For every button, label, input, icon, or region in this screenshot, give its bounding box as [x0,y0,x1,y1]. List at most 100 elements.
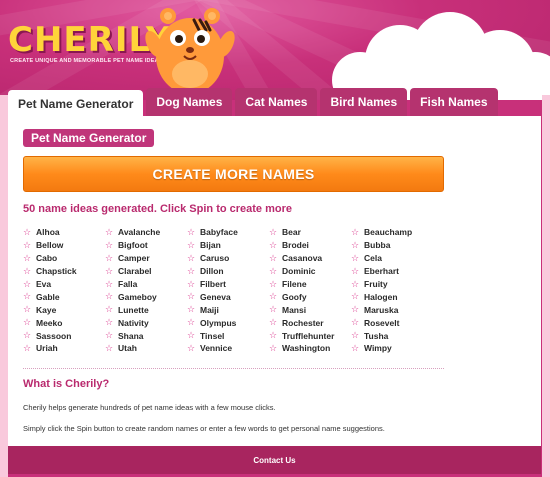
name-label: Sassoon [36,330,72,341]
name-label: Clarabel [118,266,152,277]
main-container: Pet Name Generator Dog Names Cat Names B… [8,88,541,477]
name-item: ☆ Avalanche [105,226,187,239]
name-label: Trufflehunter [282,330,335,341]
name-label: Chapstick [36,266,77,277]
star-icon: ☆ [105,239,114,250]
star-icon: ☆ [351,265,360,276]
name-label: Washington [282,343,331,354]
tab-dog-names[interactable]: Dog Names [146,88,233,116]
name-label: Caruso [200,253,230,264]
star-icon: ☆ [23,226,32,237]
star-icon: ☆ [187,239,196,250]
name-item: ☆ Vennice [187,342,269,355]
name-label: Beauchamp [364,227,413,238]
star-icon: ☆ [187,317,196,328]
name-label: Tinsel [200,330,225,341]
page-background-right [542,95,550,477]
star-icon: ☆ [105,291,114,302]
name-item: ☆ Trufflehunter [269,329,351,342]
name-label: Filene [282,279,307,289]
name-label: Camper [118,253,150,264]
star-icon: ☆ [187,226,196,237]
star-icon: ☆ [187,278,196,289]
name-item: ☆ Tinsel [187,329,269,342]
name-item: ☆ Bellow [23,239,105,252]
name-item: ☆ Maiji [187,303,269,316]
star-icon: ☆ [105,252,114,263]
name-item: ☆ Halogen [351,290,433,303]
name-label: Gable [36,291,60,302]
star-icon: ☆ [105,278,114,289]
name-label: Halogen [364,291,398,302]
mascot-illustration [145,8,235,94]
name-label: Bear [282,227,301,238]
name-item: ☆ Dillon [187,265,269,278]
cloud-decoration [332,12,550,100]
name-item: ☆ Washington [269,342,351,355]
contact-us-link[interactable]: Contact Us [8,446,541,474]
name-label: Falla [118,279,138,289]
star-icon: ☆ [187,265,196,276]
name-item: ☆ Cela [351,252,433,265]
tab-bar: Pet Name Generator Dog Names Cat Names B… [8,88,501,118]
star-icon: ☆ [269,304,278,315]
name-label: Uriah [36,343,58,354]
name-label: Nativity [118,317,149,328]
star-icon: ☆ [187,291,196,302]
name-item: ☆ Rosevelt [351,316,433,329]
name-item: ☆ Utah [105,342,187,355]
name-item: ☆ Lunette [105,303,187,316]
name-item: ☆ Goofy [269,290,351,303]
star-icon: ☆ [105,342,114,353]
tab-pet-name-generator[interactable]: Pet Name Generator [8,90,144,118]
name-label: Eberhart [364,266,399,277]
tab-fish-names[interactable]: Fish Names [410,88,498,116]
name-label: Meeko [36,317,63,328]
star-icon: ☆ [23,304,32,315]
name-item: ☆ Kaye [23,303,105,316]
divider [23,368,444,369]
star-icon: ☆ [351,304,360,315]
star-icon: ☆ [351,317,360,328]
name-label: Tusha [364,330,389,341]
star-icon: ☆ [269,330,278,341]
name-item: ☆ Shana [105,329,187,342]
name-label: Bijan [200,240,221,251]
name-item: ☆ Rochester [269,316,351,329]
name-label: Dominic [282,266,316,277]
name-item: ☆ Camper [105,252,187,265]
name-label: Gameboy [118,291,157,302]
name-label: Goofy [282,291,307,302]
star-icon: ☆ [23,330,32,341]
name-item: ☆ Eberhart [351,265,433,278]
name-item: ☆ Bear [269,226,351,239]
name-label: Bubba [364,240,391,251]
name-item: ☆ Chapstick [23,265,105,278]
star-icon: ☆ [269,265,278,276]
name-item: ☆ Casanova [269,252,351,265]
star-icon: ☆ [23,265,32,276]
name-item: ☆ Olympus [187,316,269,329]
name-label: Shana [118,330,144,341]
star-icon: ☆ [105,304,114,315]
name-item: ☆ Beauchamp [351,226,433,239]
name-label: Babyface [200,227,238,238]
name-item: ☆ Bijan [187,239,269,252]
name-label: Brodei [282,240,309,251]
name-label: Rosevelt [364,317,400,328]
tab-bird-names[interactable]: Bird Names [320,88,408,116]
star-icon: ☆ [351,278,360,289]
create-more-names-button[interactable]: CREATE MORE NAMES [23,156,444,192]
tab-cat-names[interactable]: Cat Names [235,88,318,116]
name-label: Rochester [282,317,324,328]
name-item: ☆ Cabo [23,252,105,265]
name-label: Vennice [200,343,233,354]
header-banner: CHERILY CREATE UNIQUE AND MEMORABLE PET … [0,0,550,100]
star-icon: ☆ [105,317,114,328]
star-icon: ☆ [105,226,114,237]
name-item: ☆ Babyface [187,226,269,239]
name-label: Avalanche [118,227,161,238]
name-label: Bigfoot [118,240,148,251]
star-icon: ☆ [23,239,32,250]
name-label: Cela [364,253,382,264]
